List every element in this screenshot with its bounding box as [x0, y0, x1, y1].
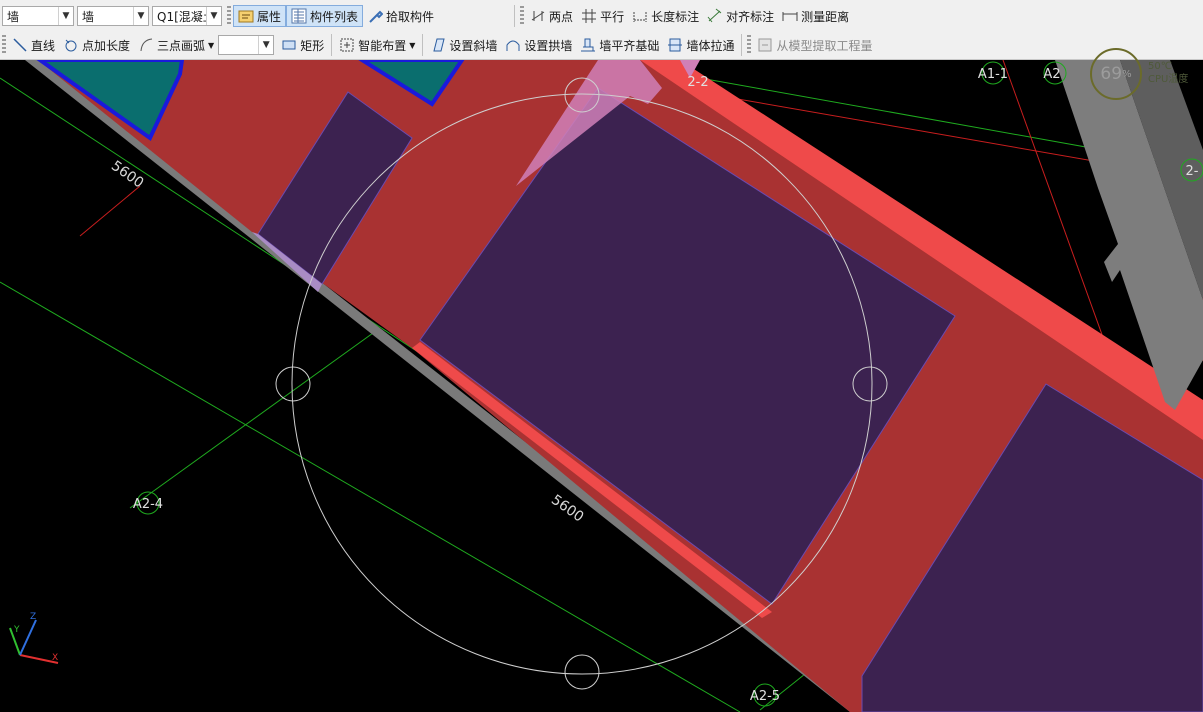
toolbar-row-2: 直线 点加长度 三点画弧 ▼ ▼ 矩形 智能布置 ▼ 设置斜墙 设置拱墙 墙平齐… [0, 31, 876, 59]
parallel-label: 平行 [600, 9, 625, 24]
toolbar-separator [422, 34, 424, 56]
set-arch-wall-button[interactable]: 设置拱墙 [501, 34, 576, 56]
cpu-temp-value: 50℃ [1148, 61, 1172, 72]
length-dimension-icon [632, 8, 648, 24]
arc-icon [138, 37, 154, 53]
axis-label: 2-2 [687, 75, 708, 90]
three-point-arc-button[interactable]: 三点画弧 ▼ [134, 34, 218, 56]
x-axis-label: X [52, 653, 58, 663]
wall-foundation-icon [580, 37, 596, 53]
wall-stretch-icon [667, 37, 683, 53]
gauge-value: 69 [1100, 64, 1123, 84]
pick-component-button[interactable]: 拾取构件 [363, 5, 438, 27]
length-dim-label: 长度标注 [651, 9, 700, 24]
axis-label: A1-1 [978, 67, 1008, 82]
usage-gauge[interactable]: 69% [1090, 48, 1142, 100]
type-combo[interactable]: 墙 ▼ [2, 6, 74, 26]
axis-label: A2 [1043, 67, 1060, 82]
rectangle-button[interactable]: 矩形 [277, 34, 328, 56]
chevron-down-icon[interactable]: ▼ [206, 7, 221, 25]
two-points-icon [530, 8, 546, 24]
arc-value-combo[interactable]: ▼ [218, 35, 275, 55]
y-axis-label: Y [13, 625, 20, 635]
wall-align-foundation-label: 墙平齐基础 [599, 38, 660, 53]
extract-quantity-label: 从模型提取工程量 [776, 38, 873, 53]
arch-wall-icon [505, 37, 521, 53]
smart-layout-icon [339, 37, 355, 53]
point-add-length-button[interactable]: 点加长度 [59, 34, 134, 56]
toolbar-grip[interactable] [747, 35, 752, 55]
component-combo-value: Q1[混凝土 [157, 9, 206, 24]
component-combo[interactable]: Q1[混凝土 ▼ [152, 6, 222, 26]
toolbar-grip[interactable] [520, 6, 525, 26]
extract-icon [757, 37, 773, 53]
caret-down-icon[interactable]: ▼ [208, 41, 214, 50]
wall-align-foundation-button[interactable]: 墙平齐基础 [576, 34, 663, 56]
set-slope-wall-label: 设置斜墙 [449, 38, 498, 53]
line-button[interactable]: 直线 [8, 34, 59, 56]
properties-icon [238, 8, 254, 24]
two-points-button[interactable]: 两点 [526, 5, 577, 27]
ruler-icon [782, 8, 798, 24]
chevron-down-icon[interactable]: ▼ [258, 36, 273, 54]
component-list-button[interactable]: 构件列表 [286, 5, 364, 27]
drawing-canvas[interactable]: 5600 5600 A2-4 A2-5 A1-1 A2 2-2 2- X Y Z [0, 60, 1203, 712]
measure-distance-button[interactable]: 测量距离 [778, 5, 853, 27]
wall-stretch-button[interactable]: 墙体拉通 [663, 34, 738, 56]
line-icon [12, 37, 28, 53]
toolbar-row-1: 墙 ▼ 墙 ▼ Q1[混凝土 ▼ 属性 构件列表 拾取构 [0, 2, 853, 30]
z-axis-label: Z [30, 612, 36, 622]
parallel-button[interactable]: 平行 [577, 5, 628, 27]
toolbar-grip[interactable] [2, 35, 6, 55]
aligned-dimension-icon [707, 8, 723, 24]
rectangle-icon [281, 37, 297, 53]
axis-label: A2-4 [133, 497, 163, 512]
extract-quantity-button[interactable]: 从模型提取工程量 [753, 34, 876, 56]
axis-label: 2- [1186, 164, 1199, 179]
axis-label: A2-5 [750, 689, 780, 704]
three-point-arc-label: 三点画弧 [157, 38, 206, 53]
subtype-combo[interactable]: 墙 ▼ [77, 6, 149, 26]
toolbar-separator [514, 5, 516, 27]
measure-distance-label: 测量距离 [801, 9, 850, 24]
cad-viewport[interactable]: 5600 5600 A2-4 A2-5 A1-1 A2 2-2 2- X Y Z [0, 60, 1203, 712]
parallel-icon [581, 8, 597, 24]
set-slope-wall-button[interactable]: 设置斜墙 [426, 34, 501, 56]
point-add-length-label: 点加长度 [82, 38, 131, 53]
chevron-down-icon[interactable]: ▼ [58, 7, 73, 25]
subtype-combo-value: 墙 [82, 9, 95, 24]
gauge-unit: % [1122, 68, 1132, 80]
point-length-icon [63, 37, 79, 53]
cpu-temp-label: CPU温度 [1148, 74, 1189, 85]
slope-wall-icon [430, 37, 446, 53]
line-label: 直线 [31, 38, 56, 53]
toolbar-separator [331, 34, 333, 56]
wall-stretch-label: 墙体拉通 [686, 38, 735, 53]
aligned-dim-label: 对齐标注 [726, 9, 775, 24]
caret-down-icon[interactable]: ▼ [409, 41, 415, 50]
type-combo-value: 墙 [7, 9, 20, 24]
list-icon [291, 8, 307, 24]
properties-label: 属性 [257, 9, 282, 24]
toolbar-separator [741, 34, 743, 56]
rectangle-label: 矩形 [300, 38, 325, 53]
smart-layout-label: 智能布置 [358, 38, 407, 53]
smart-layout-button[interactable]: 智能布置 ▼ [335, 34, 419, 56]
toolbar: 墙 ▼ 墙 ▼ Q1[混凝土 ▼ 属性 构件列表 拾取构 [0, 0, 1203, 60]
eyedropper-icon [367, 8, 384, 24]
aligned-dim-button[interactable]: 对齐标注 [703, 5, 778, 27]
cpu-temperature: 50℃ CPU温度 [1148, 60, 1188, 86]
two-points-label: 两点 [549, 9, 574, 24]
pick-component-label: 拾取构件 [386, 9, 435, 24]
chevron-down-icon[interactable]: ▼ [133, 7, 148, 25]
component-list-label: 构件列表 [310, 9, 359, 24]
length-dim-button[interactable]: 长度标注 [628, 5, 703, 27]
set-arch-wall-label: 设置拱墙 [524, 38, 573, 53]
properties-button[interactable]: 属性 [233, 5, 287, 27]
toolbar-grip[interactable] [227, 6, 231, 26]
